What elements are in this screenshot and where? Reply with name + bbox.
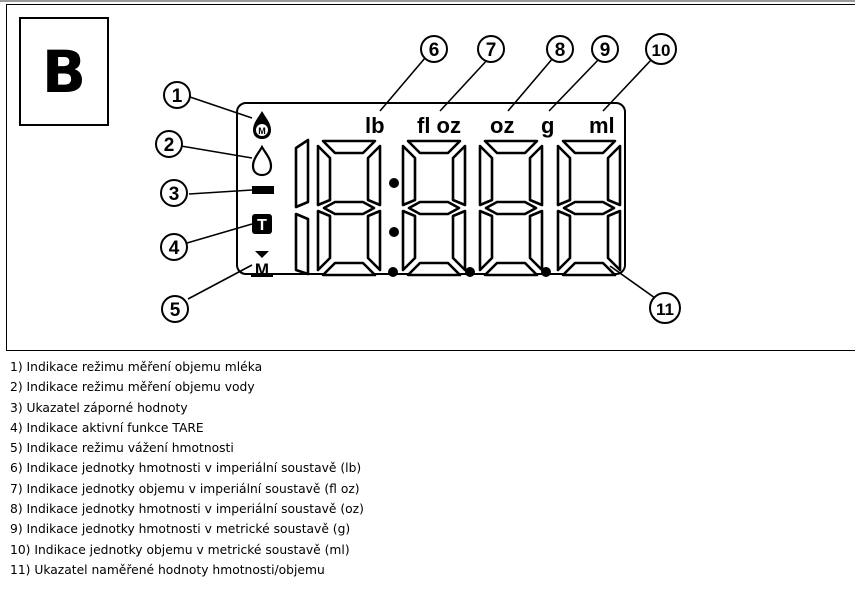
callout-10: 10 <box>645 33 677 65</box>
callout-1: 1 <box>163 81 191 109</box>
svg-text:3: 3 <box>169 184 180 205</box>
callout-5: 5 <box>161 295 189 323</box>
legend-list: 1) Indikace režimu měření objemu mléka 2… <box>10 357 850 580</box>
unit-ml: ml <box>589 113 615 138</box>
lcd-diagram: 1 2 3 4 5 6 7 8 9 10 11 lb fl oz oz g ml… <box>155 33 681 324</box>
digit-2-segment <box>366 144 382 207</box>
svg-text:T: T <box>257 217 267 234</box>
legend-item: 8) Indikace jednotky hmotnosti v imperiá… <box>10 502 364 517</box>
svg-text:1: 1 <box>172 86 183 107</box>
digit-2-segment <box>321 139 377 155</box>
svg-text:10: 10 <box>652 41 671 60</box>
callout-11: 11 <box>649 292 681 324</box>
callout-6: 6 <box>420 35 448 63</box>
digit-4-segment <box>528 209 544 272</box>
digit-3-segment <box>401 209 417 272</box>
decimal-point <box>388 267 398 277</box>
callouts: 1 2 3 4 5 6 7 8 9 10 11 <box>155 33 681 324</box>
legend-item: 7) Indikace jednotky objemu v imperiální… <box>10 481 360 496</box>
colon-dot <box>389 178 399 188</box>
digit-4-segment <box>483 261 539 277</box>
legend-item: 10) Indikace jednotky objemu v metrické … <box>10 542 350 557</box>
digit-5-segment <box>556 144 572 207</box>
svg-text:6: 6 <box>429 40 440 61</box>
digit-5-segment <box>606 144 622 207</box>
legend-item: 9) Indikace jednotky hmotnosti v metrick… <box>10 522 351 537</box>
tare-icon: T <box>252 214 272 234</box>
negative-value-indicator <box>252 186 274 194</box>
callout-9: 9 <box>591 35 619 63</box>
svg-text:2: 2 <box>164 135 175 156</box>
digit-3-segment <box>406 139 462 155</box>
legend-item: 11) Ukazatel naměřené hodnoty hmotnosti/… <box>10 562 325 577</box>
digit-4-segment <box>528 144 544 207</box>
svg-text:5: 5 <box>170 300 181 321</box>
colon-dot <box>389 227 399 237</box>
svg-text:M: M <box>258 126 266 136</box>
digit-3-segment <box>407 200 461 216</box>
legend-item: 1) Indikace režimu měření objemu mléka <box>10 360 263 374</box>
legend-item: 2) Indikace režimu měření objemu vody <box>10 380 255 395</box>
svg-text:7: 7 <box>486 40 497 61</box>
digit-5-segment <box>606 209 622 272</box>
callout-2: 2 <box>155 130 183 158</box>
svg-text:8: 8 <box>555 40 566 61</box>
legend-item: 3) Ukazatel záporné hodnoty <box>10 400 188 415</box>
unit-fl-oz: fl oz <box>417 113 461 138</box>
decimal-point <box>465 267 475 277</box>
digit-5-segment <box>556 209 572 272</box>
digit-2-segment <box>316 144 332 207</box>
digit-4-segment <box>478 144 494 207</box>
legend-item: 6) Indikace jednotky hmotnosti v imperiá… <box>10 461 362 476</box>
legend-item: 4) Indikace aktivní funkce TARE <box>10 420 204 435</box>
digit-1-segment <box>294 138 310 209</box>
milk-mode-icon: M <box>253 111 271 139</box>
svg-text:11: 11 <box>656 300 674 319</box>
digit-5-segment <box>561 261 617 277</box>
digit-2-segment <box>316 209 332 272</box>
unit-oz: oz <box>490 113 514 138</box>
digit-2-segment <box>366 209 382 272</box>
unit-labels: lb fl oz oz g ml <box>365 113 615 138</box>
callout-7: 7 <box>477 35 505 63</box>
water-mode-icon <box>251 144 273 177</box>
seven-segment-display <box>294 138 622 277</box>
callout-8: 8 <box>546 35 574 63</box>
digit-1-segment <box>294 212 310 276</box>
unit-g: g <box>541 113 554 138</box>
digit-3-segment <box>451 209 467 272</box>
decimal-point <box>541 267 551 277</box>
digit-5-segment <box>561 139 617 155</box>
digit-3-segment <box>451 144 467 207</box>
digit-4-segment <box>484 200 538 216</box>
digit-2-segment <box>321 261 377 277</box>
callout-3: 3 <box>160 179 188 207</box>
digit-2-segment <box>322 200 376 216</box>
digit-3-segment <box>401 144 417 207</box>
digit-3-segment <box>406 261 462 277</box>
digit-4-segment <box>483 139 539 155</box>
callout-4: 4 <box>160 233 188 261</box>
svg-text:4: 4 <box>169 238 180 259</box>
svg-text:9: 9 <box>600 40 611 61</box>
digit-4-segment <box>478 209 494 272</box>
unit-lb: lb <box>365 113 385 138</box>
digit-5-segment <box>562 200 616 216</box>
legend-item: 5) Indikace režimu vážení hmotnosti <box>10 441 234 456</box>
